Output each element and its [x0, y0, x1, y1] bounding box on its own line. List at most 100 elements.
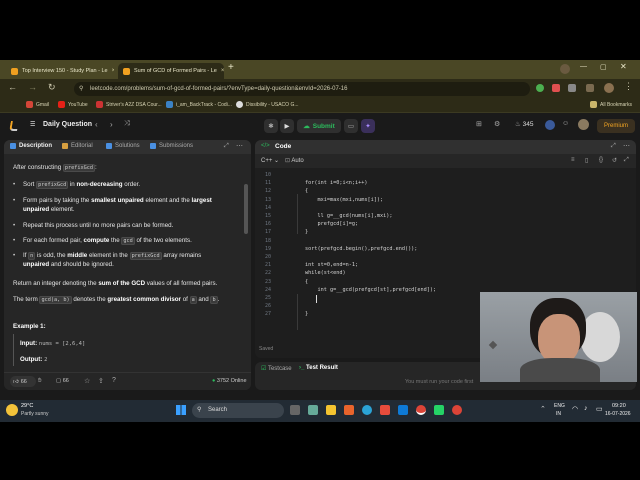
app-icon[interactable] — [380, 405, 390, 415]
vscode-icon[interactable] — [398, 405, 408, 415]
address-bar[interactable]: ⚲ leetcode.com/problems/sum-of-gcd-of-fo… — [74, 82, 530, 96]
leetcode-logo-icon[interactable] — [9, 121, 19, 131]
language-indicator[interactable]: ENG — [554, 403, 565, 409]
whatsapp-icon[interactable] — [434, 405, 444, 415]
profile-avatar[interactable] — [560, 64, 570, 74]
comments-button[interactable]: ▢ 66 — [56, 378, 69, 384]
windows-start-icon[interactable] — [176, 405, 186, 415]
notes-button[interactable]: ▭ — [344, 119, 358, 133]
friends-icon[interactable]: ☺ — [562, 120, 569, 127]
chrome-icon[interactable] — [452, 405, 462, 415]
sidebar-icon[interactable] — [586, 84, 594, 92]
line-number: 13 — [264, 196, 271, 203]
debug-button[interactable]: ✱ — [264, 119, 278, 133]
extension-icon[interactable] — [552, 84, 560, 92]
wifi-icon[interactable]: ◠ — [572, 405, 578, 413]
bookmark-icon[interactable]: ▯ — [585, 157, 588, 164]
battery-icon[interactable]: ▭ — [596, 405, 603, 413]
browser-tab-gcd-pairs[interactable]: Sum of GCD of Formed Pairs - Le × — [118, 63, 224, 79]
reload-icon[interactable]: ↻ — [48, 82, 56, 93]
more-icon[interactable]: ⋯ — [236, 142, 243, 150]
taskbar-search[interactable]: ⚲ Search — [192, 403, 284, 418]
file-explorer-icon[interactable] — [326, 405, 336, 415]
language-select[interactable]: C++ ⌄ — [261, 157, 279, 164]
run-button[interactable]: ▶ — [280, 119, 294, 133]
scrollbar[interactable] — [244, 184, 248, 234]
app-icon[interactable] — [344, 405, 354, 415]
flame-icon: ♨ — [515, 121, 521, 128]
maximize-icon[interactable]: ▢ — [600, 63, 607, 71]
fullscreen-icon[interactable]: ⤢ — [624, 157, 629, 164]
extensions-puzzle-icon[interactable] — [568, 84, 576, 92]
bookmark-gmail[interactable]: Gmail — [26, 101, 49, 108]
help-icon[interactable]: ? — [112, 377, 116, 384]
line-number: 27 — [264, 311, 271, 318]
code-line: { — [305, 188, 309, 195]
bookmark-usaco[interactable]: Dissibility - USACO G... — [236, 101, 299, 108]
forward-icon[interactable]: → — [28, 82, 37, 92]
format-icon[interactable]: ≡ — [571, 157, 575, 163]
favorite-star-icon[interactable]: ☆ — [84, 377, 90, 385]
tab-editorial[interactable]: Editorial — [62, 143, 93, 149]
auto-mode-toggle[interactable]: ⊡ Auto — [285, 157, 304, 164]
all-bookmarks[interactable]: All Bookmarks — [590, 101, 632, 108]
bookmark-striver[interactable]: Striver's A2Z DSA Cour... — [96, 101, 162, 108]
premium-button[interactable]: Premium — [597, 119, 635, 133]
layout-icon[interactable]: ⊞ — [476, 120, 482, 128]
weather-sun-icon[interactable] — [6, 404, 18, 416]
share-icon[interactable]: ⇪ — [98, 377, 104, 385]
bookmark-codeforces[interactable]: i_am_BackTrack - Codi... — [166, 101, 232, 108]
back-icon[interactable]: ← — [8, 82, 17, 92]
tab-submissions[interactable]: Submissions — [150, 143, 193, 149]
ai-button[interactable]: ✦ — [361, 119, 375, 133]
new-tab-button[interactable]: + — [228, 62, 234, 73]
timer-icon[interactable] — [545, 120, 555, 130]
site-info-icon[interactable]: ⚲ — [79, 82, 83, 96]
close-tab-icon[interactable]: × — [112, 68, 114, 74]
extension-icon[interactable] — [536, 84, 544, 92]
widgets-icon[interactable] — [308, 405, 318, 415]
more-icon[interactable]: ⋯ — [623, 142, 630, 150]
menu-kebab-icon[interactable]: ⋮ — [624, 81, 633, 92]
like-button[interactable]: 👍︎ 66 — [10, 376, 36, 387]
volume-icon[interactable]: ♪ — [584, 405, 588, 412]
submit-button[interactable]: ☁ Submit — [297, 119, 341, 133]
tray-chevron-icon[interactable]: ⌃ — [540, 405, 546, 413]
page-title[interactable]: Daily Question — [43, 121, 92, 128]
problem-list-icon[interactable]: ☰ — [30, 121, 35, 128]
description-panel: Description Editorial Solutions Submissi… — [4, 140, 251, 390]
prev-problem-icon[interactable]: ‹ — [95, 120, 98, 129]
lock-icon: ⊡ — [285, 158, 291, 164]
tab-solutions[interactable]: Solutions — [106, 143, 140, 149]
description-icon — [10, 143, 16, 149]
chrome-icon[interactable] — [416, 405, 426, 415]
braces-icon[interactable]: {} — [599, 157, 603, 163]
browser-tab-study-plan[interactable]: Top Interview 150 - Study Plan - Le × — [6, 63, 114, 79]
streak-counter[interactable]: ♨ 345 — [515, 120, 534, 128]
dislike-icon[interactable]: ✋︎ — [38, 378, 41, 385]
region-indicator[interactable]: IN — [556, 411, 561, 417]
close-tab-icon[interactable]: × — [221, 68, 224, 74]
code-panel-header: </> Code ⤢ ⋯ — [255, 140, 636, 154]
clock-time[interactable]: 09:20 — [612, 403, 626, 409]
expand-icon[interactable]: ⤢ — [224, 143, 229, 150]
tab-description[interactable]: Description — [10, 143, 52, 149]
tab-test-result[interactable]: ›_ Test Result — [299, 365, 338, 371]
task-view-icon[interactable] — [290, 405, 300, 415]
expand-icon[interactable]: ⤢ — [611, 143, 616, 150]
saved-status: Saved — [259, 346, 274, 352]
profile-avatar[interactable] — [604, 83, 614, 93]
shuffle-icon[interactable]: ⤨ — [124, 120, 130, 128]
codeforces-icon — [166, 101, 173, 108]
reset-icon[interactable]: ↺ — [612, 157, 617, 164]
user-avatar[interactable] — [578, 119, 589, 130]
clock-date[interactable]: 16-07-2026 — [605, 411, 631, 417]
next-problem-icon[interactable]: › — [110, 120, 113, 129]
bookmark-youtube[interactable]: YouTube — [58, 101, 88, 108]
edge-icon[interactable] — [362, 405, 372, 415]
tab-testcase[interactable]: ☑ Testcase — [261, 365, 292, 372]
close-window-icon[interactable]: ✕ — [620, 62, 627, 71]
thumbs-up-icon: 👍︎ — [13, 378, 19, 385]
settings-gear-icon[interactable]: ⚙ — [494, 120, 500, 128]
minimize-icon[interactable]: — — [580, 63, 587, 70]
